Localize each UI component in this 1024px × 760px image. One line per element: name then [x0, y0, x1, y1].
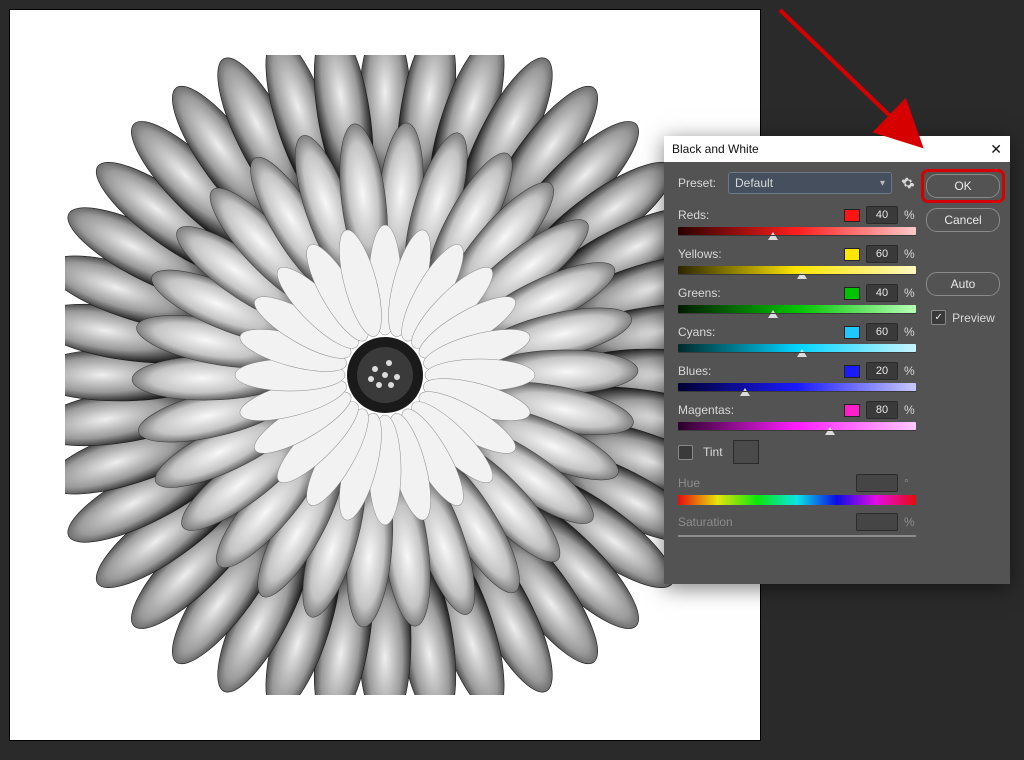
gear-icon — [901, 176, 915, 190]
cyans-label: Cyans: — [678, 325, 838, 339]
greens-input[interactable]: 40 — [866, 284, 898, 302]
magentas-label: Magentas: — [678, 403, 838, 417]
reds-slider[interactable] — [678, 227, 916, 235]
cyans-slider[interactable] — [678, 344, 916, 352]
greens-swatch — [844, 287, 860, 300]
dialog-titlebar[interactable]: Black and White ✕ — [664, 136, 1010, 162]
preset-options-button[interactable] — [900, 175, 916, 191]
reds-label: Reds: — [678, 208, 838, 222]
auto-button[interactable]: Auto — [926, 272, 1000, 296]
magentas-slider[interactable] — [678, 422, 916, 430]
magentas-input[interactable]: 80 — [866, 401, 898, 419]
cyans-thumb[interactable] — [797, 349, 807, 357]
hue-label: Hue — [678, 476, 850, 490]
yellows-slider[interactable] — [678, 266, 916, 274]
tint-swatch[interactable] — [733, 440, 759, 464]
yellows-row: Yellows: 60 % — [678, 245, 916, 274]
blues-swatch — [844, 365, 860, 378]
preview-label: Preview — [952, 311, 995, 325]
tint-label: Tint — [703, 445, 723, 459]
hue-input[interactable] — [856, 474, 898, 492]
hue-unit: ° — [904, 476, 916, 490]
dialog-title: Black and White — [672, 142, 759, 156]
cancel-button[interactable]: Cancel — [926, 208, 1000, 232]
yellows-swatch — [844, 248, 860, 261]
ok-button[interactable]: OK — [926, 174, 1000, 198]
cyans-swatch — [844, 326, 860, 339]
blues-thumb[interactable] — [740, 388, 750, 396]
reds-thumb[interactable] — [768, 232, 778, 240]
cyans-input[interactable]: 60 — [866, 323, 898, 341]
saturation-slider[interactable] — [678, 535, 916, 537]
preset-select[interactable]: Default ▾ — [728, 172, 892, 194]
canvas-area[interactable] — [10, 10, 760, 740]
chevron-down-icon: ▾ — [880, 178, 885, 189]
greens-label: Greens: — [678, 286, 838, 300]
magentas-row: Magentas: 80 % — [678, 401, 916, 430]
hue-slider[interactable] — [678, 495, 916, 505]
yellows-input[interactable]: 60 — [866, 245, 898, 263]
saturation-label: Saturation — [678, 515, 850, 529]
saturation-row: Saturation % — [678, 513, 916, 537]
magentas-swatch — [844, 404, 860, 417]
greens-thumb[interactable] — [768, 310, 778, 318]
preview-checkbox[interactable] — [931, 310, 946, 325]
magentas-thumb[interactable] — [825, 427, 835, 435]
close-icon[interactable]: ✕ — [990, 142, 1002, 156]
blues-input[interactable]: 20 — [866, 362, 898, 380]
ok-highlight-annotation: OK — [924, 172, 1002, 200]
reds-swatch — [844, 209, 860, 222]
blues-slider[interactable] — [678, 383, 916, 391]
greens-row: Greens: 40 % — [678, 284, 916, 313]
blues-label: Blues: — [678, 364, 838, 378]
preset-value: Default — [735, 176, 773, 190]
hue-row: Hue ° — [678, 474, 916, 505]
black-and-white-dialog: Black and White ✕ Preset: Default ▾ Re — [664, 136, 1010, 584]
blues-row: Blues: 20 % — [678, 362, 916, 391]
yellows-thumb[interactable] — [797, 271, 807, 279]
preset-label: Preset: — [678, 176, 720, 190]
reds-input[interactable]: 40 — [866, 206, 898, 224]
tint-checkbox[interactable] — [678, 445, 693, 460]
reds-row: Reds: 40 % — [678, 206, 916, 235]
saturation-input[interactable] — [856, 513, 898, 531]
yellows-label: Yellows: — [678, 247, 838, 261]
flower-image — [65, 55, 705, 695]
saturation-unit: % — [904, 515, 916, 529]
cyans-row: Cyans: 60 % — [678, 323, 916, 352]
pct: % — [904, 208, 916, 222]
greens-slider[interactable] — [678, 305, 916, 313]
